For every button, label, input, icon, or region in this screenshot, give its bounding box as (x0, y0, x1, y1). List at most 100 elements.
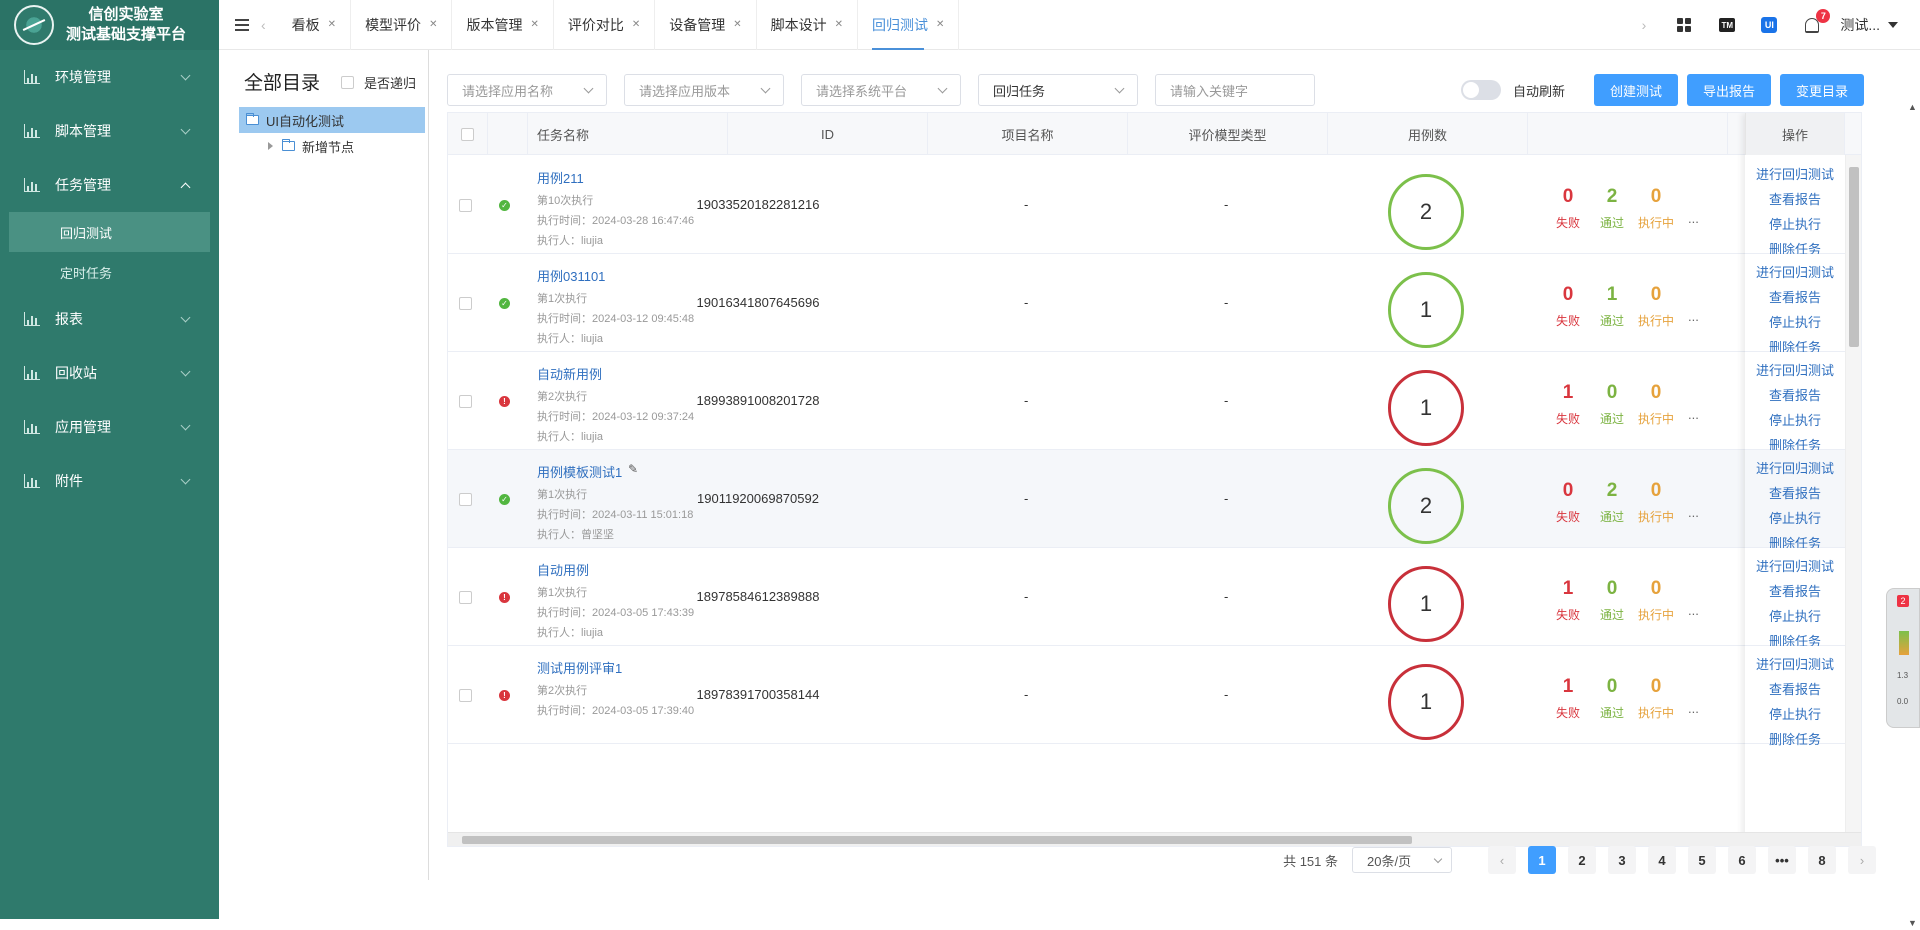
close-icon[interactable]: ✕ (328, 19, 336, 30)
running-count: 0 (1636, 382, 1676, 404)
tree-node-root[interactable]: UI自动化测试 (239, 107, 425, 133)
close-icon[interactable]: ✕ (530, 19, 538, 30)
network-monitor-widget[interactable]: 2 1.30.0 (1886, 588, 1920, 728)
more-ellipsis[interactable]: ... (1688, 211, 1699, 226)
close-icon[interactable]: ✕ (632, 19, 640, 30)
task-name-link[interactable]: 用例031101 (537, 266, 605, 285)
table-row[interactable]: ✓用例模板测试1✎第1次执行执行时间：2024-03-11 15:01:18执行… (448, 450, 1862, 548)
recursive-checkbox[interactable]: 是否递归 (341, 73, 416, 92)
notification-bell-icon[interactable]: 7 (1803, 16, 1821, 34)
table-vertical-scrollbar[interactable] (1845, 155, 1861, 847)
row-checkbox[interactable] (459, 297, 472, 310)
tab-5[interactable]: 脚本设计 ✕ (757, 0, 858, 50)
model-type: - (1224, 295, 1228, 310)
menu-toggle-icon[interactable] (235, 19, 249, 31)
run-count: 第1次执行 (537, 486, 587, 502)
table-horizontal-scrollbar[interactable] (448, 832, 1862, 846)
edit-icon[interactable]: ✎ (628, 462, 638, 476)
sidebar-subitem-1[interactable]: 定时任务 (0, 252, 219, 292)
page-button[interactable]: 6 (1728, 846, 1756, 874)
running-stat: 0执行中 (1636, 480, 1676, 525)
task-name-link[interactable]: 自动用例 (537, 560, 589, 579)
row-checkbox[interactable] (459, 493, 472, 506)
tab-1[interactable]: 模型评价 ✕ (351, 0, 452, 50)
task-name-link[interactable]: 用例211 (537, 168, 584, 187)
task-name-link[interactable]: 用例模板测试1 (537, 462, 622, 481)
table-row[interactable]: !自动新用例第2次执行执行时间：2024-03-12 09:37:24执行人：l… (448, 352, 1862, 450)
sidebar-item-0[interactable]: 环境管理 (0, 50, 219, 104)
close-icon[interactable]: ✕ (936, 19, 944, 30)
close-icon[interactable]: ✕ (733, 19, 741, 30)
close-icon[interactable]: ✕ (429, 19, 437, 30)
sidebar-item-1[interactable]: 脚本管理 (0, 104, 219, 158)
sidebar-item-6[interactable]: 附件 (0, 454, 219, 508)
sidebar-item-3[interactable]: 报表 (0, 292, 219, 346)
select-all-checkbox[interactable] (461, 128, 474, 141)
more-ellipsis[interactable]: ... (1688, 407, 1699, 422)
row-checkbox[interactable] (459, 395, 472, 408)
case-count: 1 (1420, 689, 1432, 715)
sidebar-item-5[interactable]: 应用管理 (0, 400, 219, 454)
fail-label: 失败 (1548, 312, 1588, 329)
sidebar-item-4[interactable]: 回收站 (0, 346, 219, 400)
task-type-select[interactable]: 回归任务 (978, 74, 1138, 106)
ui-icon[interactable]: UI (1761, 17, 1777, 33)
sidebar-item-label: 应用管理 (55, 417, 111, 437)
tab-6[interactable]: 回归测试✕ (858, 0, 959, 50)
page-size-select[interactable]: 20条/页 (1352, 847, 1452, 873)
user-dropdown-icon[interactable] (1888, 22, 1898, 28)
tab-0[interactable]: 看板✕ (278, 0, 351, 50)
fail-label: 失败 (1548, 704, 1588, 721)
tabs-scroll-left-icon[interactable]: ‹ (261, 17, 266, 33)
auto-refresh-toggle[interactable] (1461, 80, 1501, 100)
app-version-select[interactable]: 请选择应用版本 (624, 74, 784, 106)
row-checkbox[interactable] (459, 591, 472, 604)
next-page-button[interactable]: › (1848, 846, 1876, 874)
prev-page-button[interactable]: ‹ (1488, 846, 1516, 874)
change-directory-button[interactable]: 变更目录 (1780, 74, 1864, 106)
page-button[interactable]: 3 (1608, 846, 1636, 874)
close-icon[interactable]: ✕ (835, 19, 843, 30)
page-button[interactable]: 8 (1808, 846, 1836, 874)
page-button[interactable]: ••• (1768, 846, 1796, 874)
table-row[interactable]: !自动用例第1次执行执行时间：2024-03-05 17:43:39执行人：li… (448, 548, 1862, 646)
tab-2[interactable]: 版本管理✕ (452, 0, 553, 50)
tabs-scroll-right-icon[interactable]: › (1642, 17, 1647, 33)
page-button[interactable]: 2 (1568, 846, 1596, 874)
page-button[interactable]: 1 (1528, 846, 1556, 874)
app-name-select[interactable]: 请选择应用名称 (447, 74, 607, 106)
platform-select[interactable]: 请选择系统平台 (801, 74, 961, 106)
table-row[interactable]: ✓用例031101第1次执行执行时间：2024-03-12 09:45:48执行… (448, 254, 1862, 352)
more-ellipsis[interactable]: ... (1688, 505, 1699, 520)
tm-icon[interactable]: TM (1719, 18, 1735, 32)
tree-node-child[interactable]: 新增节点 (268, 133, 354, 159)
keyword-input[interactable]: 请输入关键字 (1155, 74, 1315, 106)
tab-label: 模型评价 (365, 15, 421, 35)
row-checkbox[interactable] (459, 199, 472, 212)
more-ellipsis[interactable]: ... (1688, 309, 1699, 324)
export-report-button[interactable]: 导出报告 (1687, 74, 1771, 106)
more-ellipsis[interactable]: ... (1688, 701, 1699, 716)
row-checkbox[interactable] (459, 689, 472, 702)
page-button[interactable]: 5 (1688, 846, 1716, 874)
task-name-link[interactable]: 自动新用例 (537, 364, 602, 383)
recursive-checkbox-box[interactable] (341, 76, 354, 89)
sidebar-item-2[interactable]: 任务管理 (0, 158, 219, 212)
page-button[interactable]: 4 (1648, 846, 1676, 874)
tab-4[interactable]: 设备管理✕ (655, 0, 756, 50)
running-count: 0 (1636, 284, 1676, 306)
case-count: 2 (1420, 493, 1432, 519)
more-ellipsis[interactable]: ... (1688, 603, 1699, 618)
sidebar-subitem-0[interactable]: 回归测试 (9, 212, 210, 252)
tab-3[interactable]: 评价对比✕ (554, 0, 655, 50)
table-row[interactable]: !测试用例评审1第2次执行执行时间：2024-03-05 17:39:40189… (448, 646, 1862, 744)
tab-label: 脚本设计 (771, 15, 827, 35)
expand-arrow-icon[interactable] (268, 142, 273, 150)
task-name-link[interactable]: 测试用例评审1 (537, 658, 622, 677)
create-test-button[interactable]: 创建测试 (1594, 74, 1678, 106)
success-status-icon: ✓ (499, 298, 510, 309)
user-name[interactable]: 测试... (1840, 15, 1880, 35)
page-scrollbar[interactable]: ▲▼ (1904, 100, 1920, 930)
table-row[interactable]: ✓用例211第10次执行执行时间：2024-03-28 16:47:46执行人：… (448, 156, 1862, 254)
apps-grid-icon[interactable] (1675, 16, 1693, 34)
